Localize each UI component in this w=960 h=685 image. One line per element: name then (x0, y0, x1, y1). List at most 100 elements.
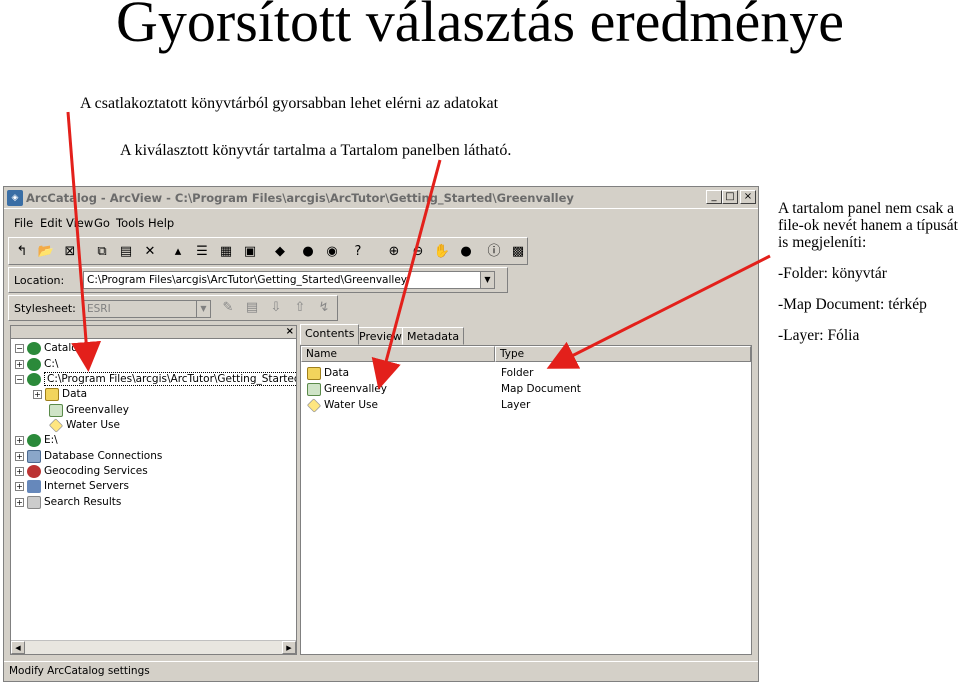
menu-tools[interactable]: Tools (116, 216, 144, 230)
expand-icon[interactable]: + (15, 359, 24, 369)
close-tree-icon[interactable]: × (286, 326, 294, 337)
list-item-type: Folder (501, 367, 534, 379)
update-metadata-icon[interactable]: ↯ (315, 299, 333, 317)
slide-title: Gyorsított választás eredménye (116, 0, 844, 54)
identify-icon[interactable]: ⓘ (485, 243, 503, 261)
list-item-type: Layer (501, 399, 531, 411)
contents-panel: Name Type Data Folder Greenvalley Map Do… (300, 345, 752, 655)
list-item[interactable]: Water Use (306, 397, 378, 413)
tree-item-search-results[interactable]: + Search Results (15, 495, 121, 510)
tree-item-catalog[interactable]: − Catalog (15, 341, 84, 356)
location-dropdown-icon[interactable]: ▼ (480, 272, 494, 288)
drive-icon (27, 433, 41, 447)
tree-item-internet-servers[interactable]: + Internet Servers (15, 479, 129, 494)
database-icon (27, 449, 41, 463)
map-document-icon (49, 403, 63, 417)
window-title: ArcCatalog - ArcView - C:\Program Files\… (26, 191, 574, 205)
geocoding-icon (27, 464, 41, 478)
column-type-header[interactable]: Type (495, 346, 751, 362)
note-contents-panel: A kiválasztott könyvtár tartalma a Tarta… (120, 142, 512, 159)
menu-help[interactable]: Help (148, 216, 174, 230)
arctoolbox-icon[interactable]: ● (299, 243, 317, 261)
side-map-note: -Map Document: térkép (778, 296, 927, 313)
catalog-tree: × − Catalog + C:\ − C:\Program Files\arcgis… (10, 325, 297, 655)
tree-item-database-connections[interactable]: + Database Connections (15, 449, 162, 464)
maximize-button[interactable]: □ (722, 190, 738, 204)
expand-icon[interactable]: + (15, 451, 24, 461)
tree-item-data[interactable]: + Data (33, 387, 87, 402)
menu-go[interactable]: Go (94, 216, 110, 230)
expand-icon[interactable]: + (15, 481, 24, 491)
drive-icon (27, 357, 41, 371)
export-metadata-icon[interactable]: ⇧ (291, 299, 309, 317)
arctoolbox-red-icon[interactable]: ◉ (323, 243, 341, 261)
tree-item-greenvalley[interactable]: Greenvalley (49, 403, 129, 418)
tree-item-water-use[interactable]: Water Use (48, 417, 120, 433)
side-notes: A tartalom panel nem csak a file-ok nevé… (778, 200, 960, 358)
whats-this-icon[interactable]: ? (349, 243, 367, 261)
scroll-left-icon[interactable]: ◀ (11, 641, 25, 654)
minimize-button[interactable]: _ (706, 190, 722, 204)
menu-edit[interactable]: Edit (40, 216, 62, 230)
menu-file[interactable]: File (14, 216, 33, 230)
side-layer-note: -Layer: Fólia (778, 327, 860, 344)
folder-icon (307, 366, 321, 380)
column-name-header[interactable]: Name (301, 346, 495, 362)
tree-item-e-drive[interactable]: + E:\ (15, 433, 58, 448)
pan-icon[interactable]: ✋ (433, 243, 451, 261)
large-icons-icon[interactable]: ▴ (169, 243, 187, 261)
expand-icon[interactable]: + (15, 497, 24, 507)
expand-icon[interactable]: + (15, 435, 24, 445)
tree-item-c-drive[interactable]: + C:\ (15, 357, 58, 372)
thumbnails-icon[interactable]: ▣ (241, 243, 259, 261)
create-thumbnail-icon[interactable]: ▩ (509, 243, 527, 261)
launch-arcmap-icon[interactable]: ◆ (271, 243, 289, 261)
disconnect-folder-icon[interactable]: ⊠ (61, 243, 79, 261)
collapse-icon[interactable]: − (15, 374, 24, 384)
location-input[interactable]: C:\Program Files\arcgis\ArcTutor\Getting… (83, 271, 495, 289)
title-bar: ◈ ArcCatalog - ArcView - C:\Program File… (4, 187, 758, 209)
expand-icon[interactable]: + (33, 389, 42, 399)
zoom-in-icon[interactable]: ⊕ (385, 243, 403, 261)
details-icon[interactable]: ▦ (217, 243, 235, 261)
list-item[interactable]: Data (307, 366, 349, 381)
copy-icon[interactable]: ⧉ (93, 243, 111, 261)
tree-item-greenvalley-connection[interactable]: − C:\Program Files\arcgis\ArcTutor\Gettin… (15, 372, 296, 387)
expand-icon[interactable]: + (15, 466, 24, 476)
connect-folder-icon[interactable]: 📂 (37, 243, 55, 261)
collapse-icon[interactable]: − (15, 343, 24, 353)
menu-view[interactable]: View (66, 216, 93, 230)
search-results-icon (27, 495, 41, 509)
scroll-right-icon[interactable]: ▶ (282, 641, 296, 654)
list-item[interactable]: Greenvalley (307, 382, 387, 397)
tab-contents[interactable]: Contents (300, 324, 360, 345)
full-extent-icon[interactable]: ● (457, 243, 475, 261)
import-metadata-icon[interactable]: ⇩ (267, 299, 285, 317)
paste-icon[interactable]: ▤ (117, 243, 135, 261)
close-button[interactable]: × (740, 190, 756, 204)
tree-horizontal-scrollbar[interactable]: ◀ ▶ (11, 640, 296, 654)
zoom-out-icon[interactable]: ⊖ (409, 243, 427, 261)
stylesheet-select[interactable]: ESRI ▼ (83, 300, 211, 318)
folder-icon (45, 387, 59, 401)
stylesheet-dropdown-icon[interactable]: ▼ (196, 301, 210, 317)
tree-item-geocoding-services[interactable]: + Geocoding Services (15, 464, 148, 479)
app-icon: ◈ (7, 190, 23, 206)
metadata-toolbar: Stylesheet: ESRI ▼ ✎ ▤ ⇩ ⇧ ↯ (8, 295, 338, 321)
edit-metadata-icon[interactable]: ✎ (219, 299, 237, 317)
arccatalog-window: ◈ ArcCatalog - ArcView - C:\Program File… (3, 186, 759, 682)
list-icon[interactable]: ☰ (193, 243, 211, 261)
list-item-type: Map Document (501, 383, 581, 395)
up-one-level-icon[interactable]: ↰ (13, 243, 31, 261)
location-value: C:\Program Files\arcgis\ArcTutor\Getting… (87, 274, 408, 286)
metadata-properties-icon[interactable]: ▤ (243, 299, 261, 317)
tab-metadata[interactable]: Metadata (402, 327, 465, 345)
status-bar: Modify ArcCatalog settings (4, 661, 758, 681)
server-icon (27, 479, 41, 493)
delete-icon[interactable]: ✕ (141, 243, 159, 261)
stylesheet-value: ESRI (87, 303, 111, 315)
catalog-tree-header: × (11, 326, 296, 339)
tab-preview[interactable]: Preview (354, 327, 407, 345)
catalog-icon (27, 341, 41, 355)
note-connected-folder: A csatlakoztatott könyvtárból gyorsabban… (80, 95, 499, 112)
